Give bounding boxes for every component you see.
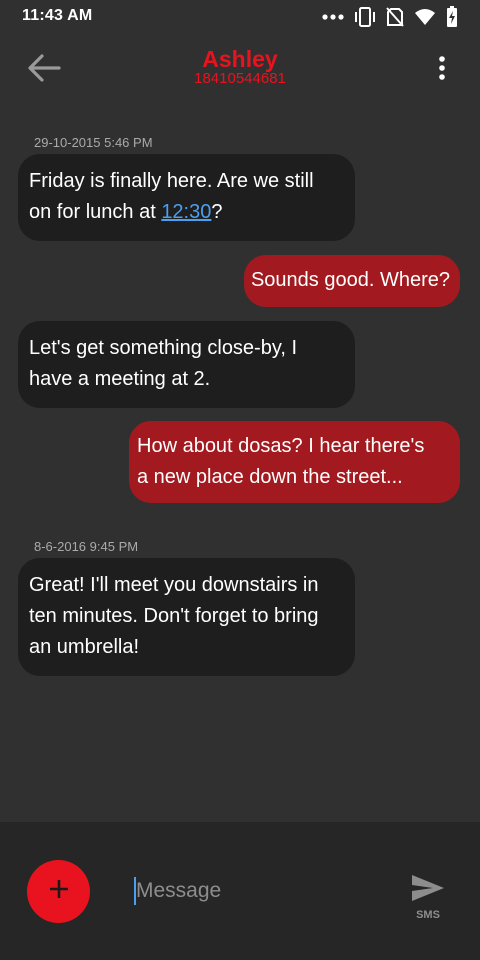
plus-icon <box>48 878 70 905</box>
incoming-message[interactable]: Friday is finally here. Are we still on … <box>18 154 355 241</box>
message-list[interactable]: 29-10-2015 5:46 PM Friday is finally her… <box>0 106 480 822</box>
conversation-title[interactable]: Ashley 18410544681 <box>120 46 360 88</box>
send-button[interactable]: SMS <box>408 874 448 924</box>
arrow-left-icon <box>27 53 61 88</box>
send-label: SMS <box>416 909 440 921</box>
contact-name: Ashley <box>202 46 278 72</box>
vibrate-icon <box>354 7 376 27</box>
message-text: ? <box>211 201 223 223</box>
message-composer: SMS <box>0 822 480 960</box>
outgoing-message[interactable]: How about dosas? I hear there's a new pl… <box>129 421 460 503</box>
message-text: on for lunch at <box>29 201 162 223</box>
message-line: Friday is finally here. Are we still <box>29 170 314 192</box>
time-link[interactable]: 12:30 <box>161 201 211 223</box>
message-line: Let's get something close-by, I <box>29 337 298 359</box>
contact-number: 18410544681 <box>194 70 286 87</box>
message-line: an umbrella! <box>29 636 140 658</box>
status-icons <box>322 5 458 29</box>
overflow-menu-button[interactable] <box>430 50 454 90</box>
message-line: Sounds good. Where? <box>250 269 450 291</box>
status-bar: 11:43 AM <box>0 0 480 34</box>
message-line: How about dosas? I hear there's <box>137 435 425 457</box>
message-line: on for lunch at 12:30? <box>29 197 344 228</box>
send-icon <box>411 874 445 907</box>
no-sim-icon <box>386 7 404 27</box>
wifi-icon <box>414 8 436 26</box>
message-line: have a meeting at 2. <box>29 368 211 390</box>
incoming-message[interactable]: Let's get something close-by, I have a m… <box>18 321 355 408</box>
message-line: Great! I'll meet you downstairs in <box>29 574 319 596</box>
back-button[interactable] <box>22 48 66 92</box>
outgoing-message[interactable]: Sounds good. Where? <box>243 255 460 307</box>
attach-button[interactable] <box>27 860 90 923</box>
message-timestamp: 8-6-2016 9:45 PM <box>34 539 139 554</box>
more-dots-icon <box>322 13 344 21</box>
message-input[interactable] <box>134 874 386 908</box>
message-line: ten minutes. Don't forget to bring <box>29 605 319 627</box>
battery-icon <box>446 6 458 28</box>
app-bar: Ashley 18410544681 <box>0 34 480 106</box>
message-line: a new place down the street... <box>137 466 403 488</box>
message-timestamp: 29-10-2015 5:46 PM <box>34 135 153 150</box>
overflow-menu-icon <box>438 55 446 85</box>
status-time: 11:43 AM <box>22 7 93 24</box>
incoming-message[interactable]: Great! I'll meet you downstairs in ten m… <box>18 558 355 676</box>
